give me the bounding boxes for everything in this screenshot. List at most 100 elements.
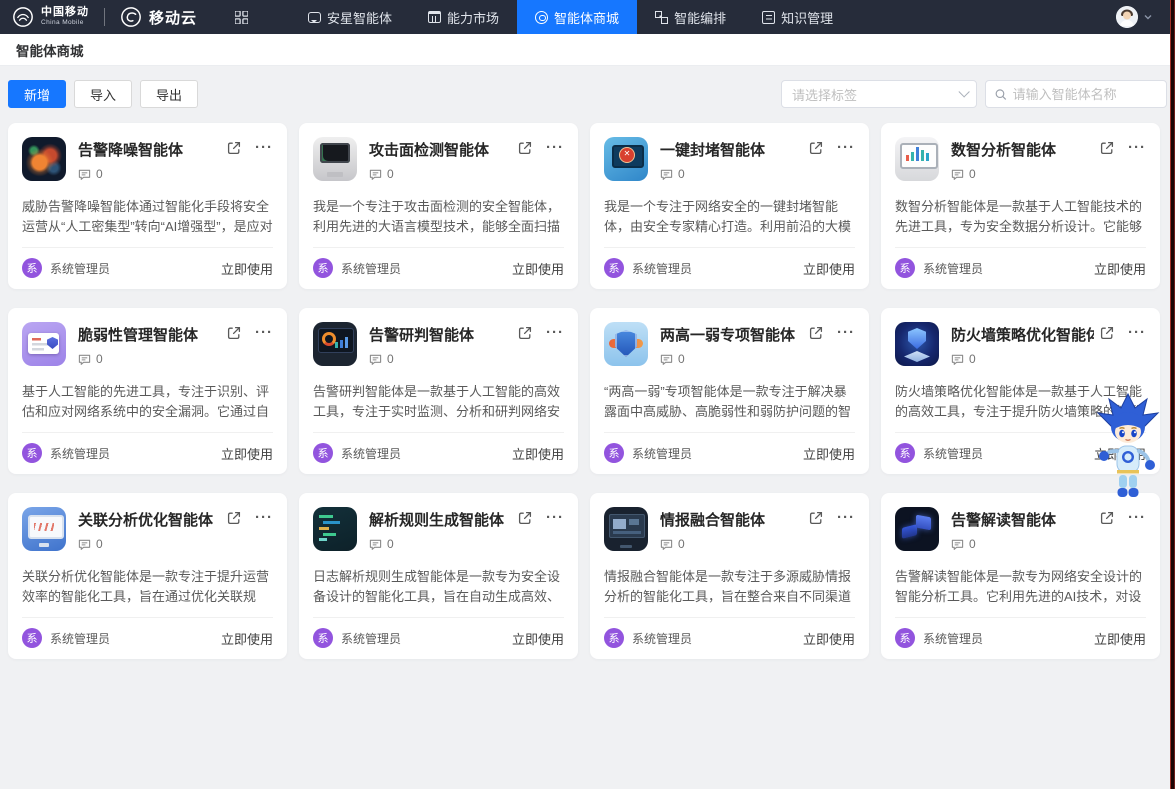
share-icon[interactable] [808,140,824,156]
tag-select[interactable]: 请选择标签 [781,80,977,108]
search-icon [995,88,1007,101]
nav-item-agent-store[interactable]: 智能体商城 [517,0,637,34]
more-icon[interactable]: ··· [1128,513,1146,523]
agent-title: 告警研判智能体 [369,322,512,345]
agent-card[interactable]: 两高一弱专项智能体 0 ··· “两高一弱”专项智能体是一款专注于解决暴露面中高… [590,308,869,474]
search-box[interactable] [985,80,1167,108]
share-icon[interactable] [226,325,242,341]
use-now-link[interactable]: 立即使用 [512,629,564,648]
vuln-agent-icon [22,322,66,366]
chevron-down-icon[interactable] [1143,12,1153,22]
owner-avatar: 系 [313,258,333,278]
nav-item-knowledge[interactable]: 知识管理 [744,0,851,34]
agent-cards-grid: 告警降噪智能体 0 ··· 威胁告警降噪智能体通过智能化手段将安全运营从“人工密… [8,123,1167,659]
owner-avatar: 系 [895,443,915,463]
agent-card[interactable]: 告警降噪智能体 0 ··· 威胁告警降噪智能体通过智能化手段将安全运营从“人工密… [8,123,287,289]
use-now-link[interactable]: 立即使用 [1094,629,1146,648]
china-mobile-logo-icon [12,6,34,28]
owner-name: 系统管理员 [341,445,401,462]
use-now-link[interactable]: 立即使用 [803,444,855,463]
intel-agent-icon [604,507,648,551]
share-icon[interactable] [1099,510,1115,526]
agent-card[interactable]: 一键封堵智能体 0 ··· 我是一个专注于网络安全的一键封堵智能体，由安全专家精… [590,123,869,289]
use-now-link[interactable]: 立即使用 [1094,444,1146,463]
share-icon[interactable] [1099,140,1115,156]
share-icon[interactable] [517,140,533,156]
use-now-link[interactable]: 立即使用 [221,444,273,463]
attack-agent-icon [313,137,357,181]
agent-description: 数智分析智能体是一款基于人工智能技术的先进工具，专为安全数据分析设计。它能够高效… [895,197,1146,237]
more-icon[interactable]: ··· [837,328,855,338]
owner-avatar: 系 [604,258,624,278]
share-icon[interactable] [1099,325,1115,341]
user-avatar[interactable] [1116,6,1138,28]
use-now-link[interactable]: 立即使用 [221,629,273,648]
agent-description: “两高一弱”专项智能体是一款专注于解决暴露面中高威胁、高脆弱性和弱防护问题的智能… [604,382,855,422]
use-now-link[interactable]: 立即使用 [803,629,855,648]
owner-name: 系统管理员 [923,445,983,462]
breadcrumb-bar: 智能体商城 [0,34,1175,66]
share-icon[interactable] [517,325,533,341]
comment-icon [369,538,382,551]
agent-card[interactable]: 脆弱性管理智能体 0 ··· 基于人工智能的先进工具，专注于识别、评估和应对网络… [8,308,287,474]
more-icon[interactable]: ··· [255,143,273,153]
flow-icon [655,11,668,24]
agent-card[interactable]: 关联分析优化智能体 0 ··· 关联分析优化智能体是一款专注于提升运营效率的智能… [8,493,287,659]
doc-icon [762,11,775,24]
more-icon[interactable]: ··· [255,328,273,338]
comment-icon [78,538,91,551]
more-icon[interactable]: ··· [546,143,564,153]
import-button[interactable]: 导入 [74,80,132,108]
share-icon[interactable] [517,510,533,526]
twohigh-agent-icon [604,322,648,366]
agent-title: 一键封堵智能体 [660,137,803,160]
more-icon[interactable]: ··· [1128,328,1146,338]
user-menu[interactable] [1116,6,1175,28]
agent-title: 关联分析优化智能体 [78,507,221,530]
use-now-link[interactable]: 立即使用 [1094,259,1146,278]
agent-title: 告警解读智能体 [951,507,1094,530]
more-icon[interactable]: ··· [837,513,855,523]
more-icon[interactable]: ··· [837,143,855,153]
owner-avatar: 系 [22,628,42,648]
share-icon[interactable] [808,510,824,526]
agent-card[interactable]: 防火墙策略优化智能体 0 ··· 防火墙策略优化智能体是一款基于人工智能的高效工… [881,308,1160,474]
comment-count: 0 [387,352,394,366]
toolbar: 新增 导入 导出 请选择标签 [8,80,1167,108]
more-icon[interactable]: ··· [255,513,273,523]
share-icon[interactable] [808,325,824,341]
use-now-link[interactable]: 立即使用 [512,444,564,463]
comment-icon [78,353,91,366]
agent-description: 情报融合智能体是一款专注于多源威胁情报分析的智能化工具，旨在整合来自不同渠道的情… [604,567,855,607]
use-now-link[interactable]: 立即使用 [803,259,855,278]
comment-count: 0 [678,537,685,551]
use-now-link[interactable]: 立即使用 [512,259,564,278]
parse-agent-icon [313,507,357,551]
nav-item-orchestration[interactable]: 智能编排 [637,0,744,34]
agent-card[interactable]: 告警解读智能体 0 ··· 告警解读智能体是一款专为网络安全设计的智能分析工具。… [881,493,1160,659]
more-icon[interactable]: ··· [546,328,564,338]
comment-icon [660,538,673,551]
agent-card[interactable]: 解析规则生成智能体 0 ··· 日志解析规则生成智能体是一款专为安全设备设计的智… [299,493,578,659]
search-input[interactable] [1013,87,1157,102]
agent-title: 情报融合智能体 [660,507,803,530]
more-icon[interactable]: ··· [546,513,564,523]
share-icon[interactable] [226,140,242,156]
agent-card[interactable]: 告警研判智能体 0 ··· 告警研判智能体是一款基于人工智能的高效工具，专注于实… [299,308,578,474]
comment-icon [951,168,964,181]
export-button[interactable]: 导出 [140,80,198,108]
nav-item-anxing-agent[interactable]: 安星智能体 [290,0,410,34]
nav-item-ability-market[interactable]: 能力市场 [410,0,517,34]
share-icon[interactable] [226,510,242,526]
owner-name: 系统管理员 [50,630,110,647]
use-now-link[interactable]: 立即使用 [221,259,273,278]
apps-grid-icon[interactable] [235,11,248,24]
agent-card[interactable]: 情报融合智能体 0 ··· 情报融合智能体是一款专注于多源威胁情报分析的智能化工… [590,493,869,659]
agent-card[interactable]: 攻击面检测智能体 0 ··· 我是一个专注于攻击面检测的安全智能体，利用先进的大… [299,123,578,289]
more-icon[interactable]: ··· [1128,143,1146,153]
agent-title: 脆弱性管理智能体 [78,322,221,345]
comment-count: 0 [678,167,685,181]
nav-item-label: 安星智能体 [327,8,392,27]
add-button[interactable]: 新增 [8,80,66,108]
agent-card[interactable]: 数智分析智能体 0 ··· 数智分析智能体是一款基于人工智能技术的先进工具，专为… [881,123,1160,289]
